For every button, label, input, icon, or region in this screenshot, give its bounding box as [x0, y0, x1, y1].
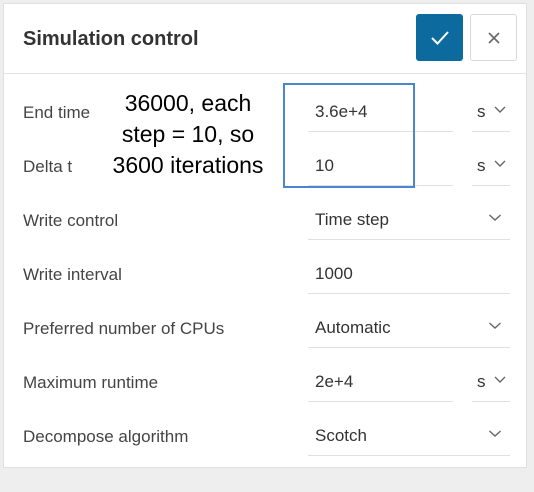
cpus-label: Preferred number of CPUs: [23, 319, 225, 338]
write-interval-value: 1000: [315, 264, 353, 283]
chevron-down-icon: [489, 214, 501, 221]
write-interval-label: Write interval: [23, 265, 122, 284]
decompose-label: Decompose algorithm: [23, 427, 189, 446]
delta-t-unit-select[interactable]: s: [472, 140, 510, 186]
decompose-value: Scotch: [315, 426, 367, 445]
chevron-down-icon: [494, 106, 506, 113]
cpus-row: Preferred number of CPUs Automatic: [4, 302, 526, 356]
write-control-label: Write control: [23, 211, 119, 230]
decompose-select[interactable]: Scotch: [308, 410, 510, 456]
annotation-note: 36000, each step = 10, so 3600 iteration…: [112, 90, 264, 178]
confirm-button[interactable]: [416, 14, 463, 61]
close-button[interactable]: [470, 14, 517, 61]
cpus-value: Automatic: [315, 318, 391, 337]
write-control-value: Time step: [315, 210, 390, 229]
write-interval-input[interactable]: 1000: [308, 248, 510, 294]
max-runtime-input[interactable]: 2e+4: [308, 356, 453, 402]
chevron-down-icon: [494, 160, 506, 167]
write-control-row: Write control Time step: [4, 194, 526, 248]
write-control-select[interactable]: Time step: [308, 194, 510, 240]
panel-title: Simulation control: [23, 28, 199, 50]
chevron-down-icon: [489, 322, 501, 329]
max-runtime-value: 2e+4: [315, 372, 354, 391]
max-runtime-row: Maximum runtime 2e+4 s: [4, 356, 526, 410]
delta-t-label: Delta t: [23, 157, 73, 176]
write-interval-row: Write interval 1000: [4, 248, 526, 302]
end-time-unit-select[interactable]: s: [472, 86, 510, 132]
cpus-select[interactable]: Automatic: [308, 302, 510, 348]
end-time-label: End time: [23, 103, 91, 122]
delta-t-unit: s: [477, 156, 486, 175]
check-icon: [430, 30, 449, 45]
close-icon: [487, 31, 500, 44]
panel-header: Simulation control: [4, 4, 526, 74]
max-runtime-unit-select[interactable]: s: [472, 356, 510, 402]
simulation-control-panel: Simulation control End time 3.6e+4 s Del…: [3, 3, 527, 468]
decompose-row: Decompose algorithm Scotch: [4, 410, 526, 464]
chevron-down-icon: [494, 376, 506, 383]
end-time-unit: s: [477, 102, 486, 121]
max-runtime-unit: s: [477, 372, 486, 391]
annotation-highlight-box: [283, 83, 415, 188]
chevron-down-icon: [489, 430, 501, 437]
max-runtime-label: Maximum runtime: [23, 373, 159, 392]
